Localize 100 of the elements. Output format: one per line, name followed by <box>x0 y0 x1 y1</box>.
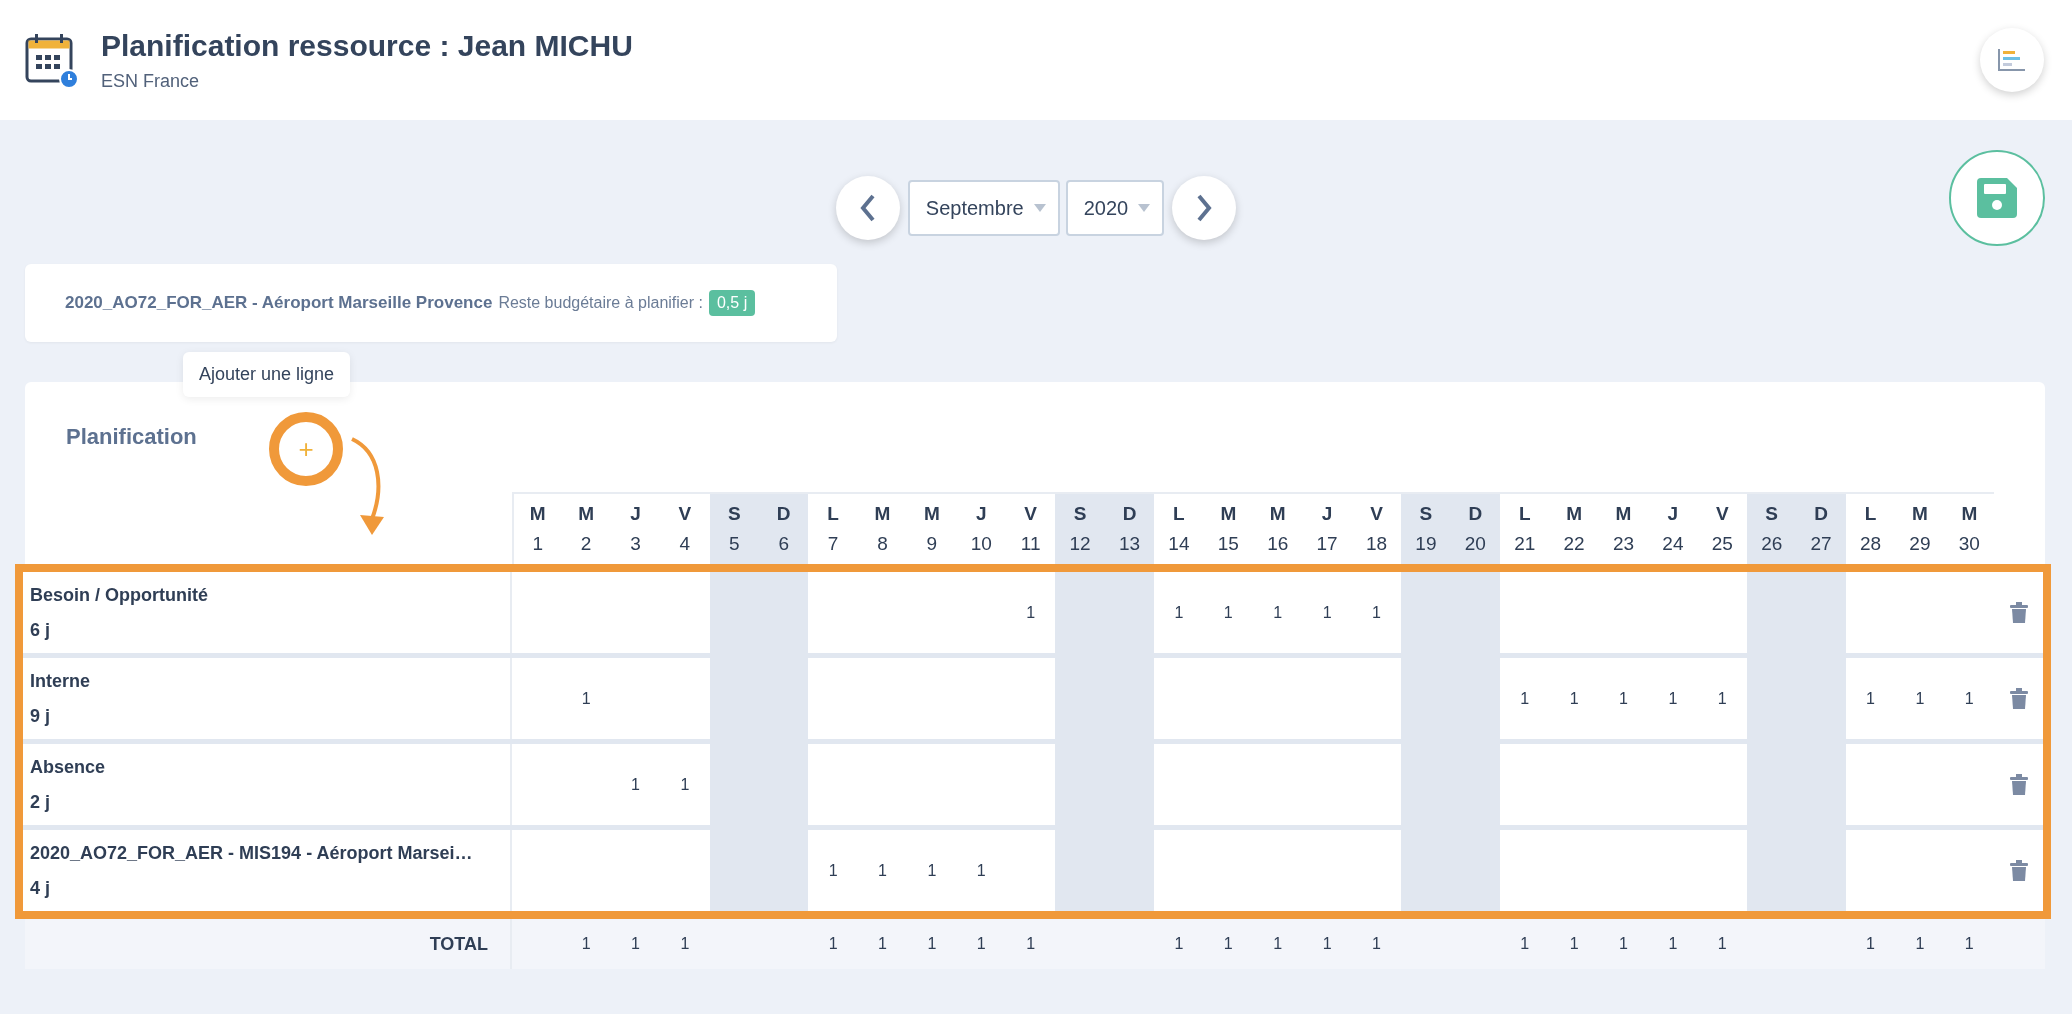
empty-cell[interactable] <box>1500 744 1550 825</box>
row-total: 6 j <box>30 619 51 641</box>
total-cell: 1 <box>561 919 611 969</box>
total-cell: 1 <box>857 919 908 969</box>
table-cell[interactable]: 1 <box>1697 658 1747 739</box>
next-month-button[interactable] <box>1172 176 1237 240</box>
table-cell[interactable]: 1 <box>1598 658 1649 739</box>
year-select[interactable]: 2020 <box>1065 180 1165 236</box>
empty-cell[interactable] <box>1351 830 1402 911</box>
chevron-left-icon <box>859 194 876 222</box>
table-cell[interactable]: 1 <box>1845 658 1896 739</box>
row-total: 4 j <box>30 877 51 899</box>
empty-cell[interactable] <box>808 744 858 825</box>
empty-cell[interactable] <box>660 658 710 739</box>
total-cell: 1 <box>1648 919 1698 969</box>
table-cell[interactable]: 1 <box>1648 658 1698 739</box>
total-cell: 1 <box>1203 919 1253 969</box>
tooltip: Ajouter une ligne <box>183 352 351 397</box>
table-cell[interactable]: 1 <box>1302 572 1352 653</box>
empty-cell[interactable] <box>1500 572 1550 653</box>
empty-cell[interactable] <box>512 572 562 653</box>
table-cell[interactable]: 1 <box>907 830 957 911</box>
total-cell: 1 <box>956 919 1006 969</box>
empty-cell[interactable] <box>1500 830 1550 911</box>
month-select[interactable]: Septembre <box>907 180 1060 236</box>
empty-cell[interactable] <box>1845 572 1896 653</box>
row-label: Absence <box>30 756 107 778</box>
total-cell: 1 <box>907 919 957 969</box>
empty-cell[interactable] <box>1697 572 1747 653</box>
table-cell[interactable]: 1 <box>1895 658 1945 739</box>
day-header: M 29 <box>1895 492 1945 564</box>
empty-cell[interactable] <box>1697 830 1747 911</box>
empty-cell[interactable] <box>1006 830 1056 911</box>
table-cell[interactable]: 1 <box>1549 658 1599 739</box>
empty-cell[interactable] <box>1845 744 1896 825</box>
empty-cell[interactable] <box>1006 658 1056 739</box>
chart-button[interactable] <box>1980 28 2044 92</box>
total-cell: 1 <box>1302 919 1352 969</box>
table-cell[interactable]: 1 <box>857 830 908 911</box>
day-header: S 5 <box>709 492 759 564</box>
empty-cell[interactable] <box>512 744 562 825</box>
day-header: L 14 <box>1154 492 1204 564</box>
empty-cell[interactable] <box>512 830 562 911</box>
total-cell: 1 <box>1944 919 1994 969</box>
day-header: S 12 <box>1055 492 1105 564</box>
day-header: M 30 <box>1944 492 1994 564</box>
empty-cell[interactable] <box>1697 744 1747 825</box>
total-cell: 1 <box>808 919 858 969</box>
empty-cell[interactable] <box>808 658 858 739</box>
total-cell: 1 <box>1549 919 1599 969</box>
budget-label: Reste budgétaire à planifier : <box>498 294 703 312</box>
day-header: M 16 <box>1253 492 1303 564</box>
empty-cell[interactable] <box>1351 658 1402 739</box>
calendar-icon <box>25 31 79 89</box>
empty-cell[interactable] <box>1351 744 1402 825</box>
trash-icon[interactable] <box>2009 773 2028 796</box>
total-cell: 1 <box>1598 919 1649 969</box>
previous-month-button[interactable] <box>835 176 900 240</box>
day-header: M 9 <box>907 492 957 564</box>
trash-icon[interactable] <box>2009 601 2028 624</box>
empty-cell[interactable] <box>1154 744 1204 825</box>
caret-icon <box>1033 204 1046 212</box>
table-cell[interactable]: 1 <box>1203 572 1253 653</box>
table-cell[interactable]: 1 <box>808 830 858 911</box>
total-cell: 1 <box>1895 919 1945 969</box>
trash-icon[interactable] <box>2009 687 2028 710</box>
day-header: D 20 <box>1450 492 1500 564</box>
trash-icon[interactable] <box>2009 859 2028 882</box>
empty-cell[interactable] <box>512 658 562 739</box>
table-cell[interactable]: 1 <box>1154 572 1204 653</box>
table-cell[interactable]: 1 <box>660 744 710 825</box>
day-header: M 15 <box>1203 492 1253 564</box>
day-header: J 10 <box>956 492 1006 564</box>
table-cell[interactable]: 1 <box>956 830 1006 911</box>
day-header: L 21 <box>1500 492 1550 564</box>
table-cell[interactable]: 1 <box>1500 658 1550 739</box>
project-name: 2020_AO72_FOR_AER - Aéroport Marseille Provence <box>65 293 493 313</box>
table-cell[interactable]: 1 <box>610 744 661 825</box>
row-total: 2 j <box>30 791 51 813</box>
total-cell: 1 <box>1154 919 1204 969</box>
table-cell[interactable]: 1 <box>1006 572 1056 653</box>
day-header: D 13 <box>1104 492 1155 564</box>
empty-cell[interactable] <box>1006 744 1056 825</box>
table-cell[interactable]: 1 <box>561 658 611 739</box>
empty-cell[interactable] <box>660 830 710 911</box>
row-label: Besoin / Opportunité <box>30 584 209 606</box>
page-title: Planification ressource : Jean MICHU <box>101 28 634 63</box>
table-cell[interactable]: 1 <box>1944 658 1994 739</box>
day-header: S 19 <box>1401 492 1451 564</box>
total-cell: 1 <box>1500 919 1550 969</box>
day-header: M 23 <box>1598 492 1649 564</box>
day-header: S 26 <box>1747 492 1797 564</box>
table-cell[interactable]: 1 <box>1351 572 1402 653</box>
row-total: 9 j <box>30 705 51 727</box>
empty-cell[interactable] <box>808 572 858 653</box>
table-cell[interactable]: 1 <box>1253 572 1303 653</box>
empty-cell[interactable] <box>660 572 710 653</box>
empty-cell[interactable] <box>1154 658 1204 739</box>
empty-cell[interactable] <box>1154 830 1204 911</box>
empty-cell[interactable] <box>1845 830 1896 911</box>
